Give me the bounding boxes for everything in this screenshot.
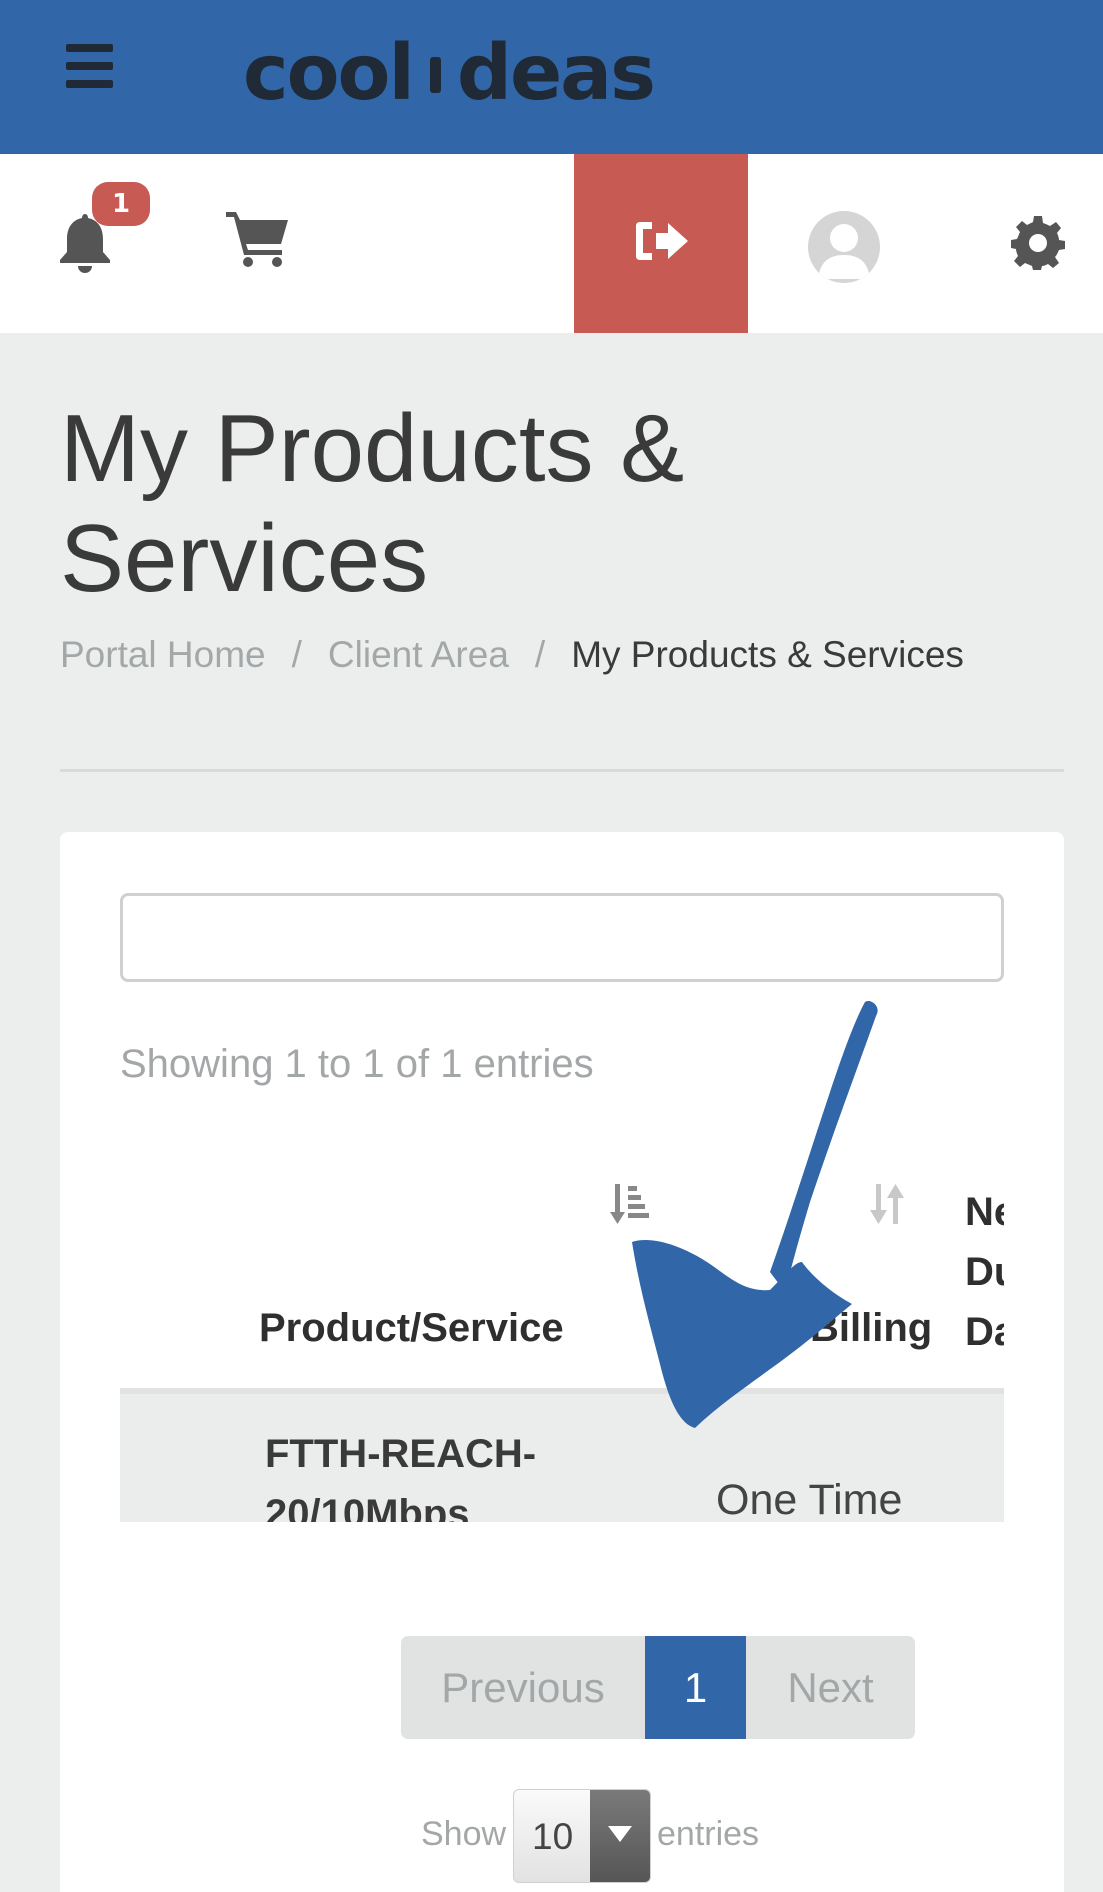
entries-per-page-select[interactable]: 10 bbox=[513, 1789, 651, 1883]
column-header-next-due-date[interactable]: Next Due Date bbox=[965, 1182, 1004, 1362]
table-row[interactable]: FTTH-REACH-20/10Mbps One Time bbox=[120, 1394, 1004, 1522]
logout-icon bbox=[636, 222, 688, 260]
pagination-page-button[interactable]: 1 bbox=[645, 1636, 746, 1739]
user-toolbar: 1 bbox=[0, 154, 1103, 333]
breadcrumb-portal-home[interactable]: Portal Home bbox=[60, 634, 266, 675]
cell-billing-cycle: One Time bbox=[716, 1476, 903, 1522]
entries-label: entries bbox=[657, 1815, 760, 1853]
cell-product-name: FTTH-REACH-20/10Mbps bbox=[265, 1432, 537, 1522]
table-search-input[interactable] bbox=[120, 893, 1004, 982]
entries-selected-value: 10 bbox=[532, 1816, 574, 1857]
cool-ideas-logo[interactable]: cool deas bbox=[243, 24, 656, 124]
show-label: Show bbox=[421, 1815, 507, 1853]
table-info-text: Showing 1 to 1 of 1 entries bbox=[120, 1042, 594, 1086]
settings-gear-icon[interactable] bbox=[1010, 214, 1066, 270]
breadcrumb-separator: / bbox=[291, 634, 302, 675]
pagination-previous-button[interactable]: Previous bbox=[401, 1636, 645, 1739]
products-card: Showing 1 to 1 of 1 entries Product/Serv… bbox=[60, 832, 1064, 1892]
sort-ascending-icon[interactable] bbox=[610, 1180, 654, 1230]
column-header-billing[interactable]: Billing bbox=[810, 1306, 932, 1351]
pagination-next-button[interactable]: Next bbox=[746, 1636, 915, 1739]
column-header-product[interactable]: Product/Service bbox=[259, 1306, 564, 1351]
products-table: Product/Service Billing Next Due Date FT… bbox=[120, 1162, 1004, 1522]
logo-text-part-2: deas bbox=[456, 29, 656, 118]
user-avatar-icon[interactable] bbox=[808, 211, 880, 283]
shopping-cart-icon[interactable] bbox=[226, 208, 290, 268]
breadcrumb-separator: / bbox=[534, 634, 546, 675]
notification-count-badge: 1 bbox=[92, 182, 150, 226]
hamburger-menu-icon[interactable] bbox=[60, 38, 118, 94]
top-navbar: cool deas bbox=[0, 0, 1103, 154]
sort-both-icon[interactable] bbox=[868, 1180, 912, 1230]
logo-text-part-1: cool bbox=[243, 29, 415, 118]
header-divider bbox=[60, 769, 1064, 772]
breadcrumb: Portal Home / Client Area / My Products & Se… bbox=[60, 634, 964, 676]
breadcrumb-client-area[interactable]: Client Area bbox=[328, 634, 509, 675]
logout-button[interactable] bbox=[574, 154, 748, 333]
dropdown-arrow-icon bbox=[590, 1790, 650, 1882]
page-title: My Products & Services bbox=[60, 395, 685, 612]
logo-i-dot bbox=[410, 45, 459, 103]
breadcrumb-current: My Products & Services bbox=[571, 634, 964, 675]
